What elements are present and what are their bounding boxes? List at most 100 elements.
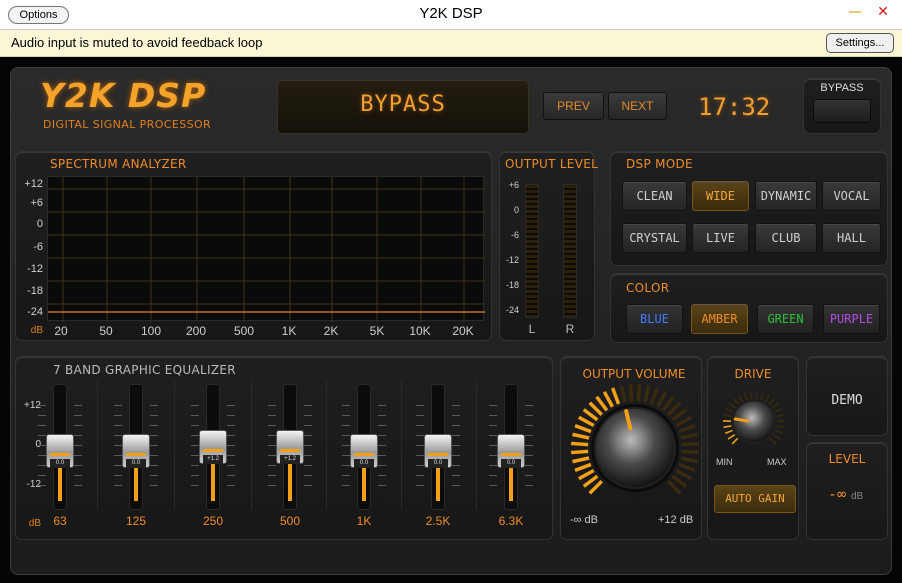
knob-segment [733, 398, 740, 406]
eq-tick [191, 455, 199, 456]
eq-tick [74, 435, 82, 436]
eq-tick [452, 475, 460, 476]
eq-tick [150, 445, 158, 446]
eq-slider-125[interactable]: 0.0 [122, 384, 150, 510]
color-green-button[interactable]: GREEN [757, 304, 814, 334]
eq-slider-500[interactable]: +1.2 [276, 384, 304, 510]
bypass-switch[interactable] [813, 99, 871, 123]
spectrum-grid [48, 177, 485, 322]
eq-tick [191, 485, 199, 486]
eq-tick [114, 405, 122, 406]
mode-hall-button[interactable]: HALL [822, 223, 881, 253]
eq-tick [38, 455, 46, 456]
mode-live-button[interactable]: LIVE [692, 223, 749, 253]
eq-divider [251, 380, 252, 510]
eq-slider-thumb[interactable]: +1.2 [199, 430, 227, 464]
mode-wide-button[interactable]: WIDE [692, 181, 749, 211]
right-level-meter [563, 184, 577, 318]
eq-tick [304, 415, 312, 416]
knob-segment [636, 384, 642, 402]
eq-tick [227, 425, 235, 426]
eq-slider-thumb[interactable]: 0.0 [350, 434, 378, 468]
eq-tick [191, 475, 199, 476]
eq-tick [150, 415, 158, 416]
knob-segment [671, 408, 688, 422]
eq-tick [489, 485, 497, 486]
eq-slider-2.5K[interactable]: 0.0 [424, 384, 452, 510]
knob-segment [574, 423, 592, 434]
eq-slider-63[interactable]: 0.0 [46, 384, 74, 510]
mode-clean-button[interactable]: CLEAN [622, 181, 687, 211]
eq-tick [191, 425, 199, 426]
drive-title: DRIVE [734, 367, 772, 381]
level-scale-label: -24 [505, 305, 519, 315]
knob-segment [582, 474, 599, 488]
knob-segment [731, 437, 739, 445]
minimize-icon[interactable]: — [846, 4, 864, 20]
eq-slider-thumb[interactable]: 0.0 [497, 434, 525, 468]
knob-segment [628, 384, 634, 402]
eq-slider-thumb[interactable]: 0.0 [46, 434, 74, 468]
spectrum-x-label: 50 [99, 324, 113, 338]
spectrum-y-label: +6 [30, 197, 43, 209]
eq-tick [38, 405, 46, 406]
spectrum-y-label: +12 [24, 178, 43, 190]
knob-segment [678, 462, 696, 473]
eq-tick [304, 445, 312, 446]
close-icon[interactable]: ✕ [874, 4, 892, 20]
eq-slider-thumb[interactable]: +1.2 [276, 430, 304, 464]
knob-segment [680, 432, 698, 440]
next-button[interactable]: NEXT [608, 92, 667, 120]
spectrum-x-label: 500 [233, 324, 255, 338]
volume-knob[interactable] [563, 383, 707, 513]
eq-divider [401, 380, 402, 510]
prev-button[interactable]: PREV [543, 92, 604, 120]
eq-tick [342, 415, 350, 416]
auto-gain-button[interactable]: AUTO GAIN [714, 485, 796, 513]
eq-tick [489, 475, 497, 476]
mode-crystal-button[interactable]: CRYSTAL [622, 223, 687, 253]
eq-tick [525, 465, 533, 466]
spectrum-title: SPECTRUM ANALYZER [50, 157, 187, 171]
eq-band-value: 0.0 [354, 459, 374, 468]
eq-slider-thumb[interactable]: 0.0 [424, 434, 452, 468]
eq-tick [304, 455, 312, 456]
eq-tick [268, 405, 276, 406]
eq-tick [227, 445, 235, 446]
knob-segment [595, 395, 609, 412]
mode-dynamic-button[interactable]: DYNAMIC [755, 181, 817, 211]
output-level-title: OUTPUT LEVEL [505, 157, 599, 171]
eq-slider-6.3K[interactable]: 0.0 [497, 384, 525, 510]
eq-tick [74, 405, 82, 406]
eq-tick [150, 405, 158, 406]
settings-button[interactable]: Settings... [826, 33, 894, 53]
eq-divider [174, 380, 175, 510]
eq-tick [38, 465, 46, 466]
eq-tick [452, 465, 460, 466]
color-purple-button[interactable]: PURPLE [823, 304, 880, 334]
color-blue-button[interactable]: BLUE [626, 304, 683, 334]
eq-tick [378, 475, 386, 476]
knob-segment [588, 401, 604, 417]
eq-tick [227, 405, 235, 406]
level-scale-label: +6 [508, 180, 519, 190]
eq-tick [489, 435, 497, 436]
eq-slider-250[interactable]: +1.2 [199, 384, 227, 510]
level-scale-label: -12 [505, 255, 519, 265]
eq-tick [342, 475, 350, 476]
spectrum-x-label: 2K [323, 324, 339, 338]
knob-segment [776, 413, 785, 418]
spectrum-x-label: 1K [281, 324, 297, 338]
mode-club-button[interactable]: CLUB [755, 223, 817, 253]
color-amber-button[interactable]: AMBER [691, 304, 748, 334]
knob-segment [649, 387, 660, 405]
drive-knob[interactable] [714, 384, 794, 460]
eq-slider-thumb[interactable]: 0.0 [122, 434, 150, 468]
eq-tick [38, 445, 46, 446]
eq-slider-1K[interactable]: 0.0 [350, 384, 378, 510]
mode-vocal-button[interactable]: VOCAL [822, 181, 881, 211]
eq-tick [378, 425, 386, 426]
eq-tick [525, 485, 533, 486]
knob-segment [572, 432, 590, 440]
knob-segment [678, 423, 696, 434]
